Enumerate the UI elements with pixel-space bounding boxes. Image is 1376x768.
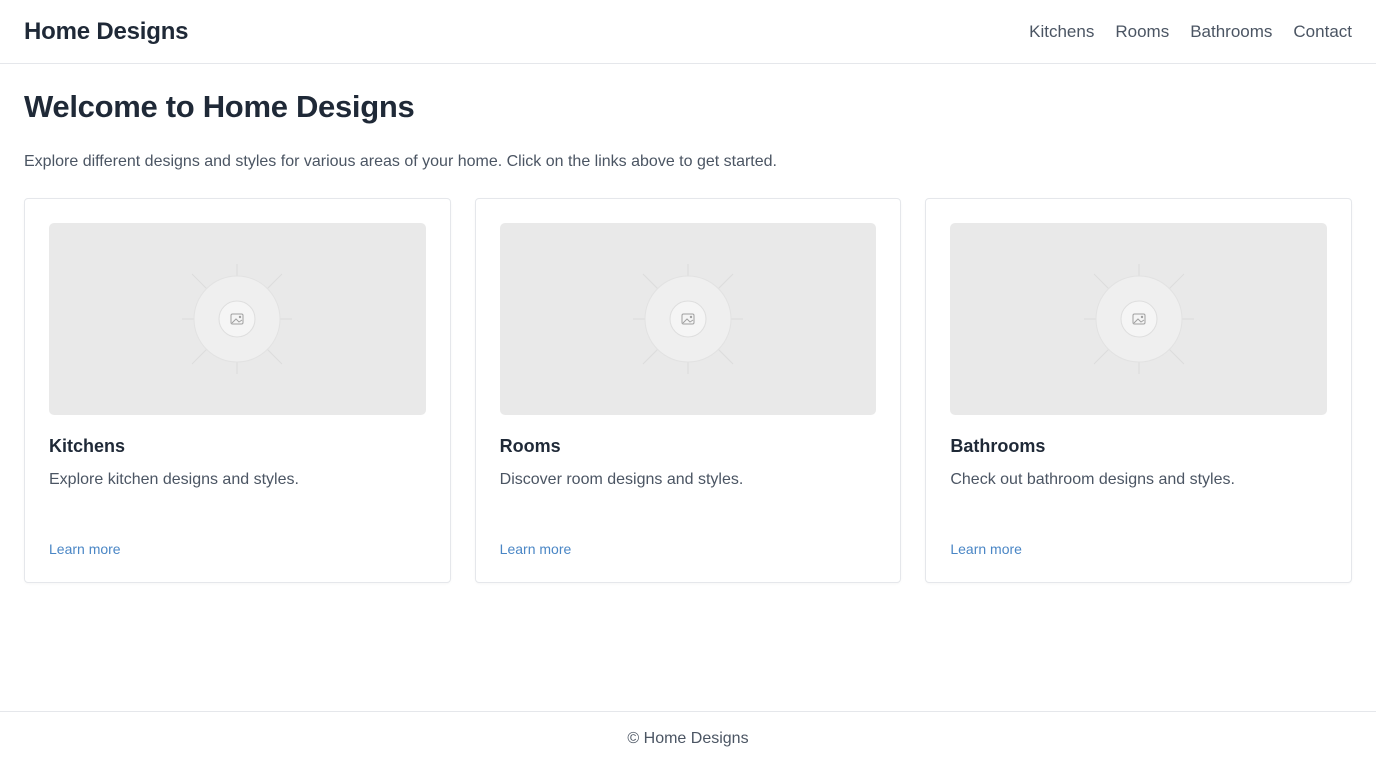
card-rooms: Rooms Discover room designs and styles. … [474,198,902,583]
card-title: Bathrooms [950,436,1046,456]
brand-logo[interactable]: Home Designs [24,18,189,46]
nav-link-kitchens[interactable]: Kitchens [1029,22,1094,42]
nav-link-bathrooms[interactable]: Bathrooms [1190,22,1272,42]
learn-more-link-rooms[interactable]: Learn more [500,541,572,557]
card-bathrooms: Bathrooms Check out bathroom designs and… [925,198,1353,583]
main-content: Welcome to Home Designs Explore differen… [0,64,1376,583]
nav-link-contact[interactable]: Contact [1293,22,1352,42]
card-kitchens: Kitchens Explore kitchen designs and sty… [24,198,451,583]
page-title: Welcome to Home Designs [24,89,415,124]
card-grid: Kitchens Explore kitchen designs and sty… [24,198,1353,583]
card-image-placeholder [950,223,1328,415]
image-placeholder-icon [182,264,293,374]
site-header: Home Designs Kitchens Rooms Bathrooms Co… [0,0,1376,64]
main-nav: Kitchens Rooms Bathrooms Contact [1029,22,1352,42]
card-image-placeholder [49,223,426,415]
learn-more-link-kitchens[interactable]: Learn more [49,541,121,557]
image-placeholder-icon [633,264,743,374]
site-footer: © Home Designs [0,711,1376,768]
intro-text: Explore different designs and styles for… [24,153,777,170]
nav-link-rooms[interactable]: Rooms [1115,22,1169,42]
learn-more-link-bathrooms[interactable]: Learn more [950,541,1022,557]
footer-copyright: © Home Designs [627,730,749,747]
card-description: Discover room designs and styles. [499,471,744,488]
card-image-placeholder [499,223,877,415]
card-description: Check out bathroom designs and styles. [950,471,1235,488]
card-title: Rooms [499,436,561,456]
card-description: Explore kitchen designs and styles. [49,471,299,488]
image-placeholder-icon [1083,264,1194,374]
card-title: Kitchens [49,436,126,456]
